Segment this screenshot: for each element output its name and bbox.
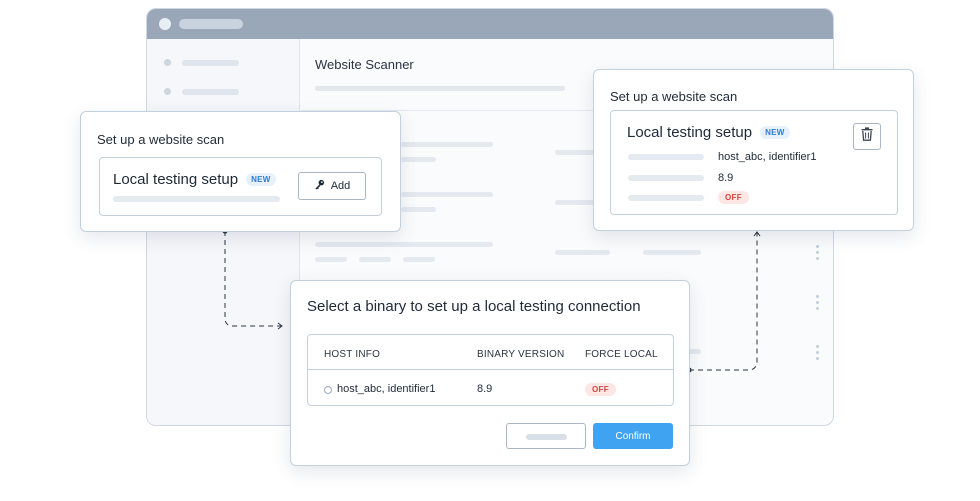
- dialog-title: Select a binary to set up a local testin…: [307, 298, 641, 315]
- host-info-value: host_abc, identifier1: [718, 151, 817, 163]
- setup-scan-card-right: Set up a website scan Local testing setu…: [593, 69, 914, 231]
- host-info-label-placeholder: [628, 154, 704, 160]
- add-button[interactable]: Add: [298, 172, 366, 200]
- setup-title: Local testing setup: [113, 171, 239, 188]
- table-row[interactable]: host_abc, identifier1 8.9 OFF: [308, 371, 673, 406]
- select-binary-dialog: Select a binary to set up a local testin…: [290, 280, 690, 466]
- binary-version-label-placeholder: [628, 175, 704, 181]
- connector-right: [686, 231, 761, 373]
- table-header: HOST INFO BINARY VERSION FORCE LOCAL: [308, 335, 673, 370]
- row-select-radio[interactable]: [324, 386, 332, 394]
- force-local-off-badge: OFF: [718, 191, 749, 204]
- add-button-label: Add: [330, 180, 351, 192]
- setup-scan-card-left: Set up a website scan Local testing setu…: [80, 111, 401, 232]
- binary-version-cell: 8.9: [477, 383, 493, 395]
- setup-heading: Local testing setup NEW: [627, 124, 790, 141]
- setup-title: Local testing setup: [627, 124, 753, 141]
- column-header-binary-version: BINARY VERSION: [477, 349, 565, 360]
- column-header-force-local: FORCE LOCAL: [585, 349, 658, 360]
- confirm-button[interactable]: Confirm: [593, 423, 673, 449]
- card-title: Set up a website scan: [610, 89, 738, 104]
- host-info-cell: host_abc, identifier1: [337, 383, 436, 395]
- connector-left: [222, 228, 283, 330]
- new-badge: NEW: [246, 173, 276, 186]
- key-icon: [314, 179, 325, 193]
- cancel-button[interactable]: [506, 423, 586, 449]
- binary-version-value: 8.9: [718, 172, 734, 184]
- setup-heading: Local testing setup NEW: [113, 171, 276, 188]
- cancel-label-placeholder: [526, 434, 567, 440]
- force-local-label-placeholder: [628, 195, 704, 201]
- new-badge: NEW: [760, 126, 790, 139]
- card-title: Set up a website scan: [97, 132, 225, 147]
- binary-table: HOST INFO BINARY VERSION FORCE LOCAL hos…: [307, 334, 674, 406]
- force-local-off-badge: OFF: [585, 383, 616, 396]
- description-placeholder: [113, 196, 280, 202]
- delete-button[interactable]: [853, 123, 881, 150]
- trash-icon: [861, 127, 873, 146]
- local-testing-setup-panel: Local testing setup NEW Add: [99, 157, 382, 216]
- local-testing-setup-panel: Local testing setup NEW host_abc, identi…: [610, 110, 898, 215]
- column-header-host-info: HOST INFO: [324, 349, 381, 360]
